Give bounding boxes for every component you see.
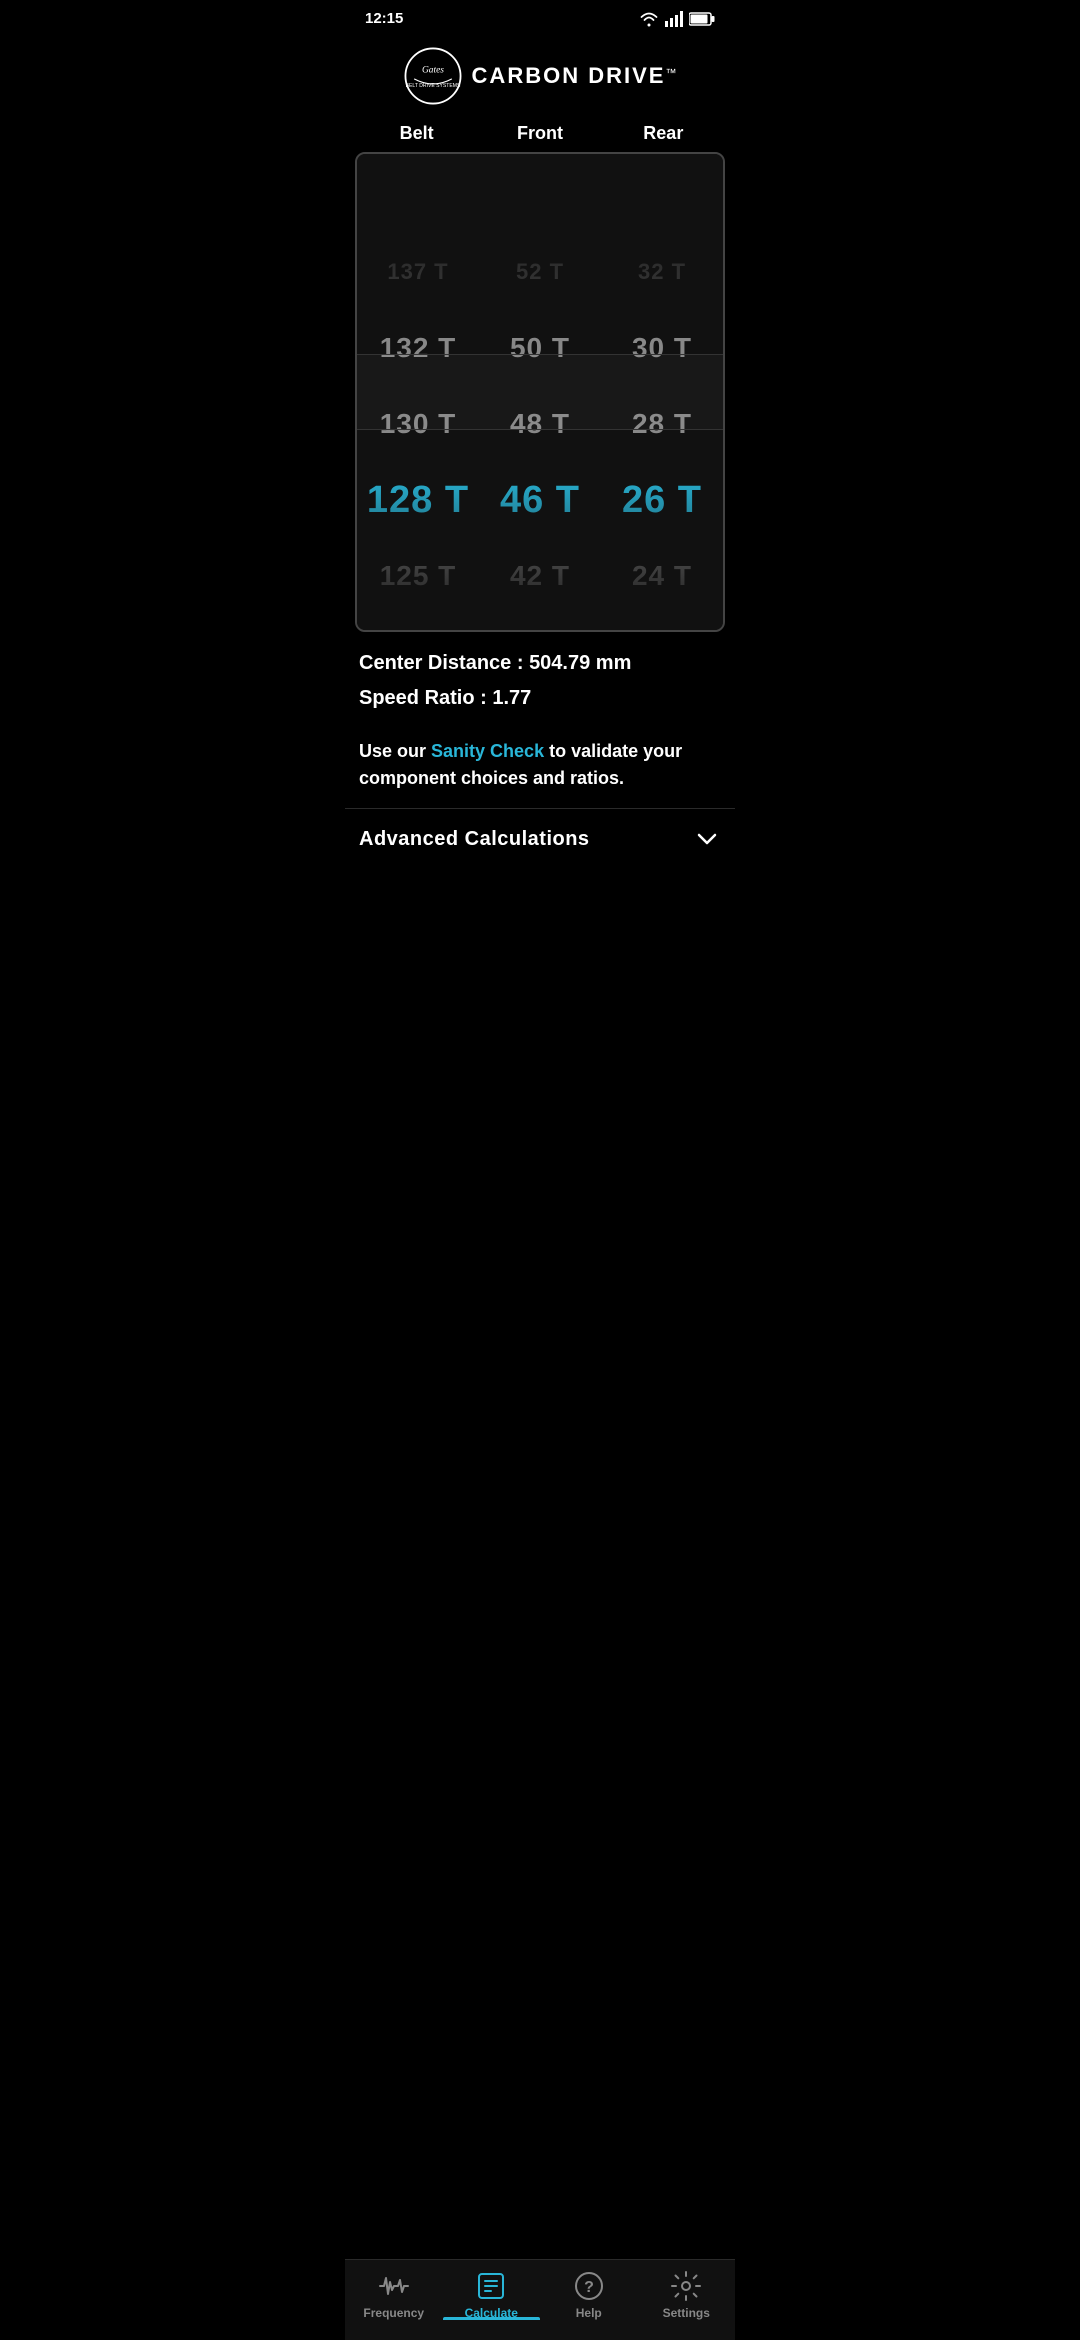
status-time: 12:15 [365,10,403,27]
wifi-icon [639,11,659,27]
picker-container[interactable]: 137 T52 T32 T132 T50 T30 T130 T48 T28 T1… [355,152,725,632]
nav-help[interactable]: ? Help [540,2270,638,2320]
speed-ratio-line: Speed Ratio : 1.77 [359,687,721,710]
picker-cell-belt: 125 T [357,560,479,592]
front-column-header: Front [478,123,601,144]
status-icons [639,11,715,27]
column-headers: Belt Front Rear [345,123,735,152]
calculate-icon [475,2270,507,2302]
nav-calculate[interactable]: Calculate [443,2270,541,2320]
status-bar: 12:15 [345,0,735,33]
picker-row[interactable]: 132 T50 T30 T [357,310,723,386]
svg-text:?: ? [584,2279,594,2296]
logo-area: Gates BELT DRIVE SYSTEMS CARBON DRIVE™ [345,33,735,123]
center-distance-label: Center Distance : [359,652,529,674]
nav-frequency[interactable]: Frequency [345,2270,443,2320]
logo-brand-text: CARBON DRIVE™ [472,63,677,89]
picker-cell-rear: 30 T [601,332,723,364]
center-distance-value: 504.79 mm [529,652,631,674]
picker-cell-belt: 130 T [357,408,479,440]
settings-icon [670,2270,702,2302]
picker-cell-front: 46 T [479,479,601,522]
picker-cell-belt: 132 T [357,332,479,364]
nav-settings-label: Settings [663,2306,710,2320]
info-section: Center Distance : 504.79 mm Speed Ratio … [345,632,735,732]
picker-cell-belt: 137 T [357,259,479,285]
signal-icon [665,11,683,27]
nav-help-label: Help [576,2306,602,2320]
nav-frequency-label: Frequency [363,2306,424,2320]
picker-cell-front: 50 T [479,332,601,364]
picker-cell-front: 52 T [479,259,601,285]
speed-ratio-label: Speed Ratio : [359,687,492,709]
picker-cell-belt: 128 T [357,479,479,522]
frequency-icon [378,2270,410,2302]
speed-ratio-value: 1.77 [492,687,531,709]
svg-text:Gates: Gates [422,65,444,75]
picker-cell-rear: 28 T [601,408,723,440]
sanity-before: Use our [359,741,431,761]
bottom-nav: Frequency Calculate ? Help Settings [345,2259,735,2340]
picker-row[interactable]: 128 T46 T26 T [357,462,723,538]
svg-text:BELT DRIVE SYSTEMS: BELT DRIVE SYSTEMS [405,83,460,89]
picker-row[interactable]: 122 T39 T23 T [357,614,723,632]
picker-row[interactable]: 137 T52 T32 T [357,234,723,310]
picker-cell-rear: 32 T [601,259,723,285]
battery-icon [689,12,715,26]
picker-cell-front: 42 T [479,560,601,592]
help-icon: ? [573,2270,605,2302]
picker-cell-rear: 24 T [601,560,723,592]
nav-settings[interactable]: Settings [638,2270,736,2320]
picker-rows: 137 T52 T32 T132 T50 T30 T130 T48 T28 T1… [357,154,723,632]
logo-container: Gates BELT DRIVE SYSTEMS CARBON DRIVE™ [404,47,677,105]
sanity-check-link[interactable]: Sanity Check [431,741,544,761]
chevron-down-icon [693,825,721,853]
carbon-drive-text: CARBON DRIVE [472,63,666,88]
rear-column-header: Rear [602,123,725,144]
gates-logo-icon: Gates BELT DRIVE SYSTEMS [404,47,462,105]
picker-row[interactable]: 125 T42 T24 T [357,538,723,614]
trademark-symbol: ™ [665,68,676,80]
picker-cell-front: 48 T [479,408,601,440]
picker-row[interactable]: 130 T48 T28 T [357,386,723,462]
center-distance-line: Center Distance : 504.79 mm [359,652,721,675]
advanced-calculations-label: Advanced Calculations [359,828,590,851]
belt-column-header: Belt [355,123,478,144]
advanced-calculations-row[interactable]: Advanced Calculations [345,808,735,869]
picker-cell-rear: 26 T [601,479,723,522]
sanity-check-text: Use our Sanity Check to validate your co… [345,732,735,808]
